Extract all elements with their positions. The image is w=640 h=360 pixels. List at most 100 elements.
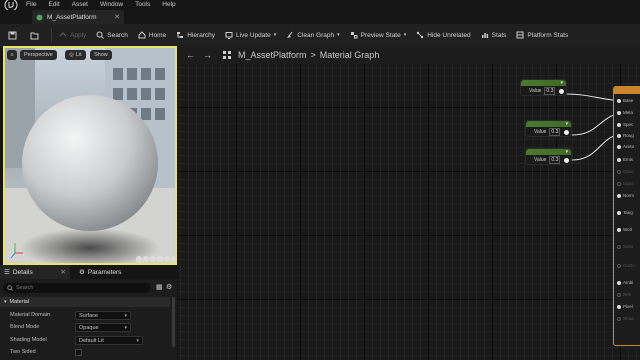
input-pin-ambient-occlusion[interactable]: Ambi (617, 280, 633, 285)
tab-details[interactable]: ☰ Details ✕ (0, 265, 70, 279)
forward-arrow-icon[interactable]: → (203, 50, 212, 60)
chevron-down-icon: ▾ (124, 312, 127, 319)
clean-graph-button[interactable]: Clean Graph ▾ (282, 27, 343, 43)
browse-button[interactable] (26, 27, 46, 43)
preview-shape-buttons (136, 256, 175, 262)
two-sided-checkbox[interactable] (75, 349, 82, 356)
perspective-button[interactable]: Perspective (20, 50, 57, 60)
constant-node[interactable]: ▾ Value 0.3 (525, 120, 572, 137)
hierarchy-button[interactable]: Hierarchy (172, 27, 219, 43)
table-view-icon[interactable]: ▦ (156, 283, 163, 291)
input-pin-pixel-depth-offset[interactable]: Pixel (617, 304, 633, 309)
menu-edit[interactable]: Edit (48, 0, 59, 10)
pin-label: Refr (623, 292, 632, 297)
constant-node[interactable]: ▾ Value 0.3 (525, 148, 572, 165)
search-label: Search (107, 31, 128, 39)
output-pin[interactable] (564, 129, 570, 135)
stats-icon (481, 33, 488, 38)
tab-parameters[interactable]: ⚙ Parameters (75, 265, 125, 279)
input-pin-shading-model[interactable]: Shad (617, 316, 634, 321)
preview-scene (5, 48, 175, 263)
input-pin-world-position-offset[interactable]: Worl (617, 227, 632, 232)
node-label: Value (534, 157, 547, 163)
input-pin-metallic[interactable]: Meta (617, 110, 633, 115)
details-search-input[interactable] (16, 285, 146, 291)
pin-label: Opac (623, 181, 634, 186)
details-panel-tabs: ☰ Details ✕ ⚙ Parameters (0, 265, 177, 279)
cylinder-icon[interactable] (136, 256, 142, 262)
input-pin-specular[interactable]: Spec (617, 122, 633, 127)
input-pin-opacity[interactable]: Opac (617, 169, 634, 174)
constant-node[interactable]: ▾ Value 0.3 (520, 79, 567, 96)
section-material[interactable]: ▾ Material (0, 297, 170, 307)
menu-file[interactable]: File (26, 0, 36, 10)
mesh-icon[interactable] (171, 256, 175, 262)
output-pin[interactable] (559, 88, 565, 94)
close-icon[interactable]: ✕ (61, 268, 66, 276)
apply-label: Apply (70, 31, 87, 39)
input-pin-tangent[interactable]: Tang (617, 210, 633, 215)
live-update-icon (225, 32, 233, 39)
blend-mode-select[interactable]: Opaque ▾ (75, 323, 131, 332)
node-value[interactable]: 0.3 (544, 87, 556, 95)
input-pin-base-color[interactable]: Base (617, 98, 633, 103)
apply-button[interactable]: Apply (55, 27, 90, 43)
chevron-down-icon: ▾ (565, 121, 568, 127)
close-icon[interactable]: ✕ (114, 13, 120, 21)
details-search[interactable] (3, 283, 151, 293)
preview-viewport[interactable]: ≡ Perspective ◎ Lit Show (3, 46, 177, 265)
live-update-label: Live Update (236, 31, 271, 39)
input-pin-normal[interactable]: Norm (617, 193, 634, 198)
pin-label: Shad (623, 316, 634, 321)
details-scrollbar[interactable] (172, 297, 175, 347)
material-result-node[interactable]: Base Meta Spec Roug Aniso Emis Opac Opac… (613, 86, 640, 346)
preview-state-button[interactable]: Preview State ▾ (346, 27, 411, 43)
menu-window[interactable]: Window (100, 0, 123, 10)
breadcrumb-graph[interactable]: Material Graph (320, 50, 380, 60)
home-button[interactable]: Home (134, 27, 170, 43)
output-pin[interactable] (564, 157, 570, 163)
result-node-header (614, 87, 640, 94)
save-icon (8, 31, 17, 39)
graph-icon (223, 51, 231, 59)
input-pin-anisotropy[interactable]: Aniso (617, 144, 634, 149)
menu-tools[interactable]: Tools (135, 0, 150, 10)
cube-icon[interactable] (157, 256, 163, 262)
input-pin-roughness[interactable]: Roug (617, 133, 634, 138)
teapot-icon[interactable] (164, 256, 170, 262)
lit-button[interactable]: ◎ Lit (65, 50, 86, 60)
menu-asset[interactable]: Asset (72, 0, 88, 10)
input-pin-emissive[interactable]: Emis (617, 157, 633, 162)
node-value[interactable]: 0.3 (549, 128, 561, 136)
breadcrumb-asset[interactable]: M_AssetPlatform (238, 50, 307, 60)
chevron-down-icon: ▾ (403, 32, 407, 38)
material-graph[interactable]: ← → M_AssetPlatform > Material Graph (178, 46, 640, 360)
hide-unrelated-button[interactable]: Hide Unrelated (412, 27, 474, 43)
show-button[interactable]: Show (90, 50, 112, 60)
material-domain-select[interactable]: Surface ▾ (75, 311, 131, 320)
back-arrow-icon[interactable]: ← (186, 50, 195, 60)
chevron-down-icon: ▾ (565, 149, 568, 155)
platform-stats-icon (516, 31, 524, 39)
sphere-icon[interactable] (143, 256, 149, 262)
breadcrumb: ← → M_AssetPlatform > Material Graph (178, 46, 640, 64)
shading-model-select[interactable]: Default Lit ▾ (75, 336, 143, 345)
input-pin-subsurface[interactable]: Subs (617, 244, 633, 249)
menu-bar: File Edit Asset Window Tools Help (0, 0, 640, 12)
node-value[interactable]: 0.3 (549, 156, 561, 164)
stats-button[interactable]: Stats (477, 27, 511, 43)
menu-help[interactable]: Help (162, 0, 175, 10)
pin-label: Custo (623, 263, 635, 268)
input-pin-custom-data[interactable]: Custo (617, 263, 635, 268)
live-update-button[interactable]: Live Update ▾ (221, 27, 280, 43)
tab-material[interactable]: M_AssetPlatform ✕ (32, 10, 124, 24)
platform-stats-button[interactable]: Platform Stats (512, 27, 572, 43)
plane-icon[interactable] (150, 256, 156, 262)
settings-icon[interactable]: ⚙ (166, 283, 172, 291)
pin-label: Ambi (623, 280, 634, 285)
input-pin-opacity-mask[interactable]: Opac (617, 181, 634, 186)
viewport-options-button[interactable]: ≡ (7, 50, 17, 60)
save-button[interactable] (4, 27, 24, 43)
input-pin-refraction[interactable]: Refr (617, 292, 632, 297)
search-button[interactable]: Search (92, 27, 132, 43)
